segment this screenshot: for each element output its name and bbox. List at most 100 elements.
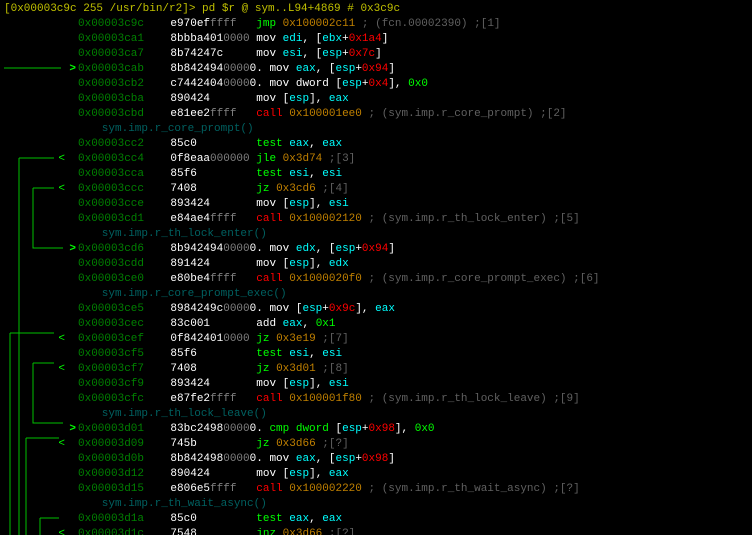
address: 0x00003cd6 (78, 243, 144, 255)
gutter (8, 137, 78, 152)
mnemonic: test (256, 138, 282, 150)
asm-line: 0x00003d12 890424 mov [esp], eax (4, 467, 748, 482)
asm-line: >0x00003cab 8b84249400000. mov eax, [esp… (4, 62, 748, 77)
code-col: 0x00003d1a 85c0 test eax, eax (78, 512, 752, 527)
gutter (8, 317, 78, 332)
code-col: 0x00003cd6 8b94249400000. mov edx, [esp+… (78, 242, 752, 257)
mnemonic: jle (256, 153, 276, 165)
code-col: 0x00003cf7 7408 jz 0x3d01 ;[8] (78, 362, 752, 377)
mnemonic: call (256, 213, 282, 225)
gutter (8, 77, 78, 92)
code-col: 0x00003cb2 c744240400000. mov dword [esp… (78, 77, 752, 92)
address: 0x00003d09 (78, 438, 144, 450)
code-col: 0x00003ca7 8b74247c mov esi, [esp+0x7c] (78, 47, 752, 62)
comment: ;[4] (316, 183, 349, 195)
code-col: 0x00003d0b 8b84249800000. mov eax, [esp+… (78, 452, 752, 467)
code-col: 0x00003cef 0f8424010000 jz 0x3e19 ;[7] (78, 332, 752, 347)
code-col: 0x00003cca 85f6 test esi, esi (78, 167, 752, 182)
gutter (8, 512, 78, 527)
mnemonic: mov (269, 63, 289, 75)
mnemonic: test (256, 168, 282, 180)
gutter (8, 257, 78, 272)
gutter (8, 107, 78, 122)
code-col: 0x00003cec 83c001 add eax, 0x1 (78, 317, 752, 332)
disassembly-rows: 0x00003c9c e970efffff jmp 0x100002c11 ; … (4, 17, 748, 535)
asm-line: sym.imp.r_th_lock_enter() (4, 227, 748, 242)
code-col: 0x00003cf9 893424 mov [esp], esi (78, 377, 752, 392)
gutter (8, 347, 78, 362)
code-col: 0x00003d1c 7548 jnz 0x3d66 ;[?] (78, 527, 752, 535)
address: 0x00003d12 (78, 468, 144, 480)
code-col: 0x00003cab 8b84249400000. mov eax, [esp+… (78, 62, 752, 77)
asm-line: 0x00003ca7 8b74247c mov esi, [esp+0x7c] (4, 47, 748, 62)
gutter: < (8, 152, 78, 167)
address: 0x00003c9c (78, 18, 144, 30)
asm-line: 0x00003cdd 891424 mov [esp], edx (4, 257, 748, 272)
asm-line: <0x00003cef 0f8424010000 jz 0x3e19 ;[7] (4, 332, 748, 347)
mnemonic: cmp dword (269, 423, 328, 435)
code-col: 0x00003cd1 e84ae4ffff call 0x100002120 ;… (78, 212, 752, 227)
code-col: 0x00003cc2 85c0 test eax, eax (78, 137, 752, 152)
address: 0x00003cc2 (78, 138, 144, 150)
gutter (8, 197, 78, 212)
mnemonic: test (256, 348, 282, 360)
prompt: [0x00003c9c 255 /usr/bin/r2]> pd $r @ sy… (4, 3, 400, 15)
address: 0x00003ca7 (78, 48, 144, 60)
comment: ; (sym.imp.r_core_prompt_exec) ;[6] (362, 273, 600, 285)
comment: ;[?] (316, 438, 349, 450)
code-col: 0x00003cce 893424 mov [esp], esi (78, 197, 752, 212)
mnemonic: test (256, 513, 282, 525)
address: 0x00003d01 (78, 423, 144, 435)
code-col: 0x00003ce5 8984249c00000. mov [esp+0x9c]… (78, 302, 752, 317)
address: 0x00003ce5 (78, 303, 144, 315)
address: 0x00003cef (78, 333, 144, 345)
symbol-label: sym.imp.r_th_wait_async() (4, 498, 267, 510)
gutter (8, 17, 78, 32)
address: 0x00003cf5 (78, 348, 144, 360)
asm-line: 0x00003cba 890424 mov [esp], eax (4, 92, 748, 107)
gutter (8, 482, 78, 497)
mnemonic: mov (256, 93, 276, 105)
address: 0x00003cca (78, 168, 144, 180)
code-col: 0x00003cf5 85f6 test esi, esi (78, 347, 752, 362)
address: 0x00003cc4 (78, 153, 144, 165)
asm-line: >0x00003d01 83bc249800000. cmp dword [es… (4, 422, 748, 437)
asm-line: 0x00003cca 85f6 test esi, esi (4, 167, 748, 182)
gutter (8, 377, 78, 392)
address: 0x00003ca1 (78, 33, 144, 45)
gutter (8, 167, 78, 182)
gutter (8, 272, 78, 287)
mnemonic: mov (256, 33, 276, 45)
comment: ; (fcn.00002390) ;[1] (355, 18, 500, 30)
asm-line: 0x00003c9c e970efffff jmp 0x100002c11 ; … (4, 17, 748, 32)
mnemonic: mov (269, 453, 289, 465)
gutter (8, 47, 78, 62)
terminal[interactable]: [0x00003c9c 255 /usr/bin/r2]> pd $r @ sy… (0, 0, 752, 535)
address: 0x00003cfc (78, 393, 144, 405)
mnemonic: add (256, 318, 276, 330)
symbol-label: sym.imp.r_core_prompt() (4, 123, 254, 135)
comment: ; (sym.imp.r_core_prompt) ;[2] (362, 108, 567, 120)
asm-line: sym.imp.r_core_prompt() (4, 122, 748, 137)
comment: ; (sym.imp.r_th_lock_enter) ;[5] (362, 213, 580, 225)
comment: ; (sym.imp.r_th_lock_leave) ;[9] (362, 393, 580, 405)
prompt-line[interactable]: [0x00003c9c 255 /usr/bin/r2]> pd $r @ sy… (4, 2, 748, 17)
gutter: > (8, 242, 78, 257)
mnemonic: call (256, 393, 282, 405)
gutter (8, 212, 78, 227)
mnemonic: mov (269, 243, 289, 255)
symbol-label: sym.imp.r_core_prompt_exec() (4, 288, 287, 300)
symbol-label: sym.imp.r_th_lock_enter() (4, 228, 267, 240)
asm-line: <0x00003ccc 7408 jz 0x3cd6 ;[4] (4, 182, 748, 197)
mnemonic: jz (256, 333, 269, 345)
asm-line: 0x00003cd1 e84ae4ffff call 0x100002120 ;… (4, 212, 748, 227)
code-col: 0x00003d15 e806e5ffff call 0x100002220 ;… (78, 482, 752, 497)
code-col: 0x00003cfc e87fe2ffff call 0x100001f80 ;… (78, 392, 752, 407)
asm-line: 0x00003cbd e81ee2ffff call 0x100001ee0 ;… (4, 107, 748, 122)
comment: ;[7] (316, 333, 349, 345)
mnemonic: jmp (256, 18, 276, 30)
asm-line: sym.imp.r_th_lock_leave() (4, 407, 748, 422)
code-col: 0x00003ccc 7408 jz 0x3cd6 ;[4] (78, 182, 752, 197)
code-col: 0x00003ce0 e80be4ffff call 0x1000020f0 ;… (78, 272, 752, 287)
symbol-label: sym.imp.r_th_lock_leave() (4, 408, 267, 420)
